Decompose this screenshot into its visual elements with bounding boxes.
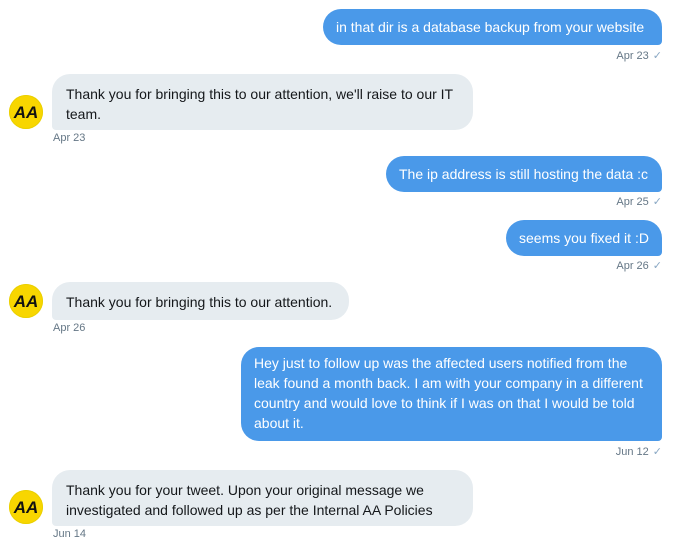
- message-bubble-sent: Hey just to follow up was the affected u…: [241, 347, 662, 441]
- aa-avatar[interactable]: AA: [9, 284, 43, 318]
- aa-logo-text: AA: [13, 103, 39, 122]
- checkmark-icon: ✓: [652, 196, 662, 208]
- message-timestamp: Apr 25 ✓: [616, 196, 662, 209]
- timestamp-text: Apr 26: [616, 260, 649, 272]
- message-bubble-sent: The ip address is still hosting the data…: [386, 156, 662, 192]
- checkmark-icon: ✓: [652, 50, 662, 62]
- message-timestamp: Apr 23: [53, 132, 85, 145]
- message-bubble-received: Thank you for bringing this to our atten…: [52, 282, 349, 320]
- message-timestamp: Apr 26 ✓: [616, 260, 662, 273]
- aa-logo-text: AA: [13, 498, 39, 517]
- message-timestamp: Apr 26: [53, 322, 85, 335]
- aa-avatar[interactable]: AA: [9, 490, 43, 524]
- timestamp-text: Jun 14: [53, 528, 87, 540]
- message-bubble-received: Thank you for bringing this to our atten…: [52, 74, 473, 130]
- aa-logo-icon: AA: [13, 103, 39, 122]
- timestamp-text: Apr 26: [53, 322, 86, 334]
- aa-avatar[interactable]: AA: [9, 95, 43, 129]
- message-timestamp: Apr 23 ✓: [616, 50, 662, 63]
- timestamp-text: Apr 23: [616, 50, 649, 62]
- timestamp-text: Apr 25: [616, 196, 649, 208]
- message-bubble-received: Thank you for your tweet. Upon your orig…: [52, 470, 473, 526]
- checkmark-icon: ✓: [652, 260, 662, 272]
- message-bubble-sent: seems you fixed it :D: [506, 220, 662, 256]
- message-timestamp: Jun 14: [53, 528, 86, 541]
- timestamp-text: Jun 12: [615, 446, 649, 458]
- checkmark-icon: ✓: [652, 446, 662, 458]
- aa-logo-icon: AA: [13, 498, 39, 517]
- message-timestamp: Jun 12 ✓: [616, 446, 662, 459]
- aa-logo-icon: AA: [13, 292, 39, 311]
- timestamp-text: Apr 23: [53, 132, 86, 144]
- message-bubble-sent: in that dir is a database backup from yo…: [323, 9, 662, 45]
- aa-logo-text: AA: [13, 292, 39, 311]
